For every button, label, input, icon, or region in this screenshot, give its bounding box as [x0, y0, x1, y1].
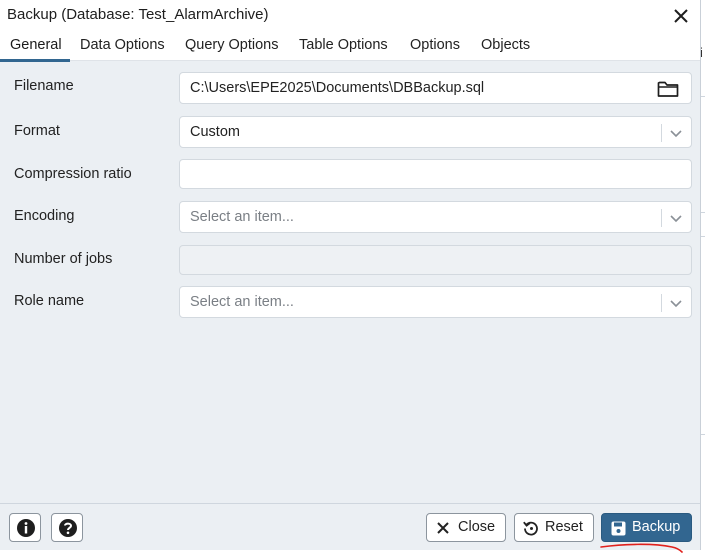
tab-query-options[interactable]: Query Options	[185, 37, 279, 53]
encoding-placeholder: Select an item...	[190, 209, 294, 225]
filename-input[interactable]: C:\Users\EPE2025\Documents\DBBackup.sql	[179, 72, 692, 104]
help-button[interactable]	[51, 513, 83, 542]
format-label: Format	[14, 123, 60, 139]
role-name-label: Role name	[14, 293, 85, 309]
close-button[interactable]: Close	[426, 513, 506, 542]
number-of-jobs-label: Number of jobs	[14, 251, 113, 267]
dialog-footer: Close Reset Backup	[0, 503, 700, 550]
format-value: Custom	[190, 124, 240, 140]
select-divider	[661, 124, 662, 142]
format-select[interactable]: Custom	[179, 116, 692, 148]
encoding-select[interactable]: Select an item...	[179, 201, 692, 233]
filename-value: C:\Users\EPE2025\Documents\DBBackup.sql	[190, 80, 485, 96]
folder-icon[interactable]	[657, 80, 679, 98]
tab-general[interactable]: General	[10, 37, 62, 53]
select-divider	[661, 294, 662, 312]
red-underline-annotation	[600, 543, 683, 553]
dialog-title: Backup (Database: Test_AlarmArchive)	[7, 6, 269, 23]
tab-bar: General Data Options Query Options Table…	[0, 31, 700, 61]
role-name-placeholder: Select an item...	[190, 294, 294, 310]
role-name-select[interactable]: Select an item...	[179, 286, 692, 318]
encoding-label: Encoding	[14, 208, 75, 224]
reset-button[interactable]: Reset	[514, 513, 594, 542]
reset-icon	[523, 521, 538, 536]
backup-button-label: Backup	[632, 519, 681, 535]
tab-objects[interactable]: Objects	[481, 37, 530, 53]
tab-data-options[interactable]: Data Options	[80, 37, 165, 53]
close-icon	[437, 522, 449, 534]
save-icon	[611, 521, 626, 536]
help-icon	[59, 519, 77, 537]
chevron-down-icon[interactable]	[669, 211, 683, 225]
dialog-titlebar: Backup (Database: Test_AlarmArchive)	[0, 0, 700, 31]
backup-dialog: Backup (Database: Test_AlarmArchive) Gen…	[0, 0, 701, 550]
info-button[interactable]	[9, 513, 41, 542]
compression-ratio-label: Compression ratio	[14, 166, 132, 182]
number-of-jobs-input	[179, 245, 692, 275]
chevron-down-icon[interactable]	[669, 296, 683, 310]
filename-label: Filename	[14, 78, 74, 94]
tab-table-options[interactable]: Table Options	[299, 37, 388, 53]
reset-button-label: Reset	[545, 519, 583, 535]
chevron-down-icon[interactable]	[669, 126, 683, 140]
compression-ratio-input[interactable]	[179, 159, 692, 189]
general-panel: Filename C:\Users\EPE2025\Documents\DBBa…	[0, 62, 700, 502]
info-icon	[17, 519, 35, 537]
close-button-label: Close	[458, 519, 496, 535]
select-divider	[661, 209, 662, 227]
close-icon[interactable]	[672, 7, 690, 25]
tab-options[interactable]: Options	[410, 37, 460, 53]
